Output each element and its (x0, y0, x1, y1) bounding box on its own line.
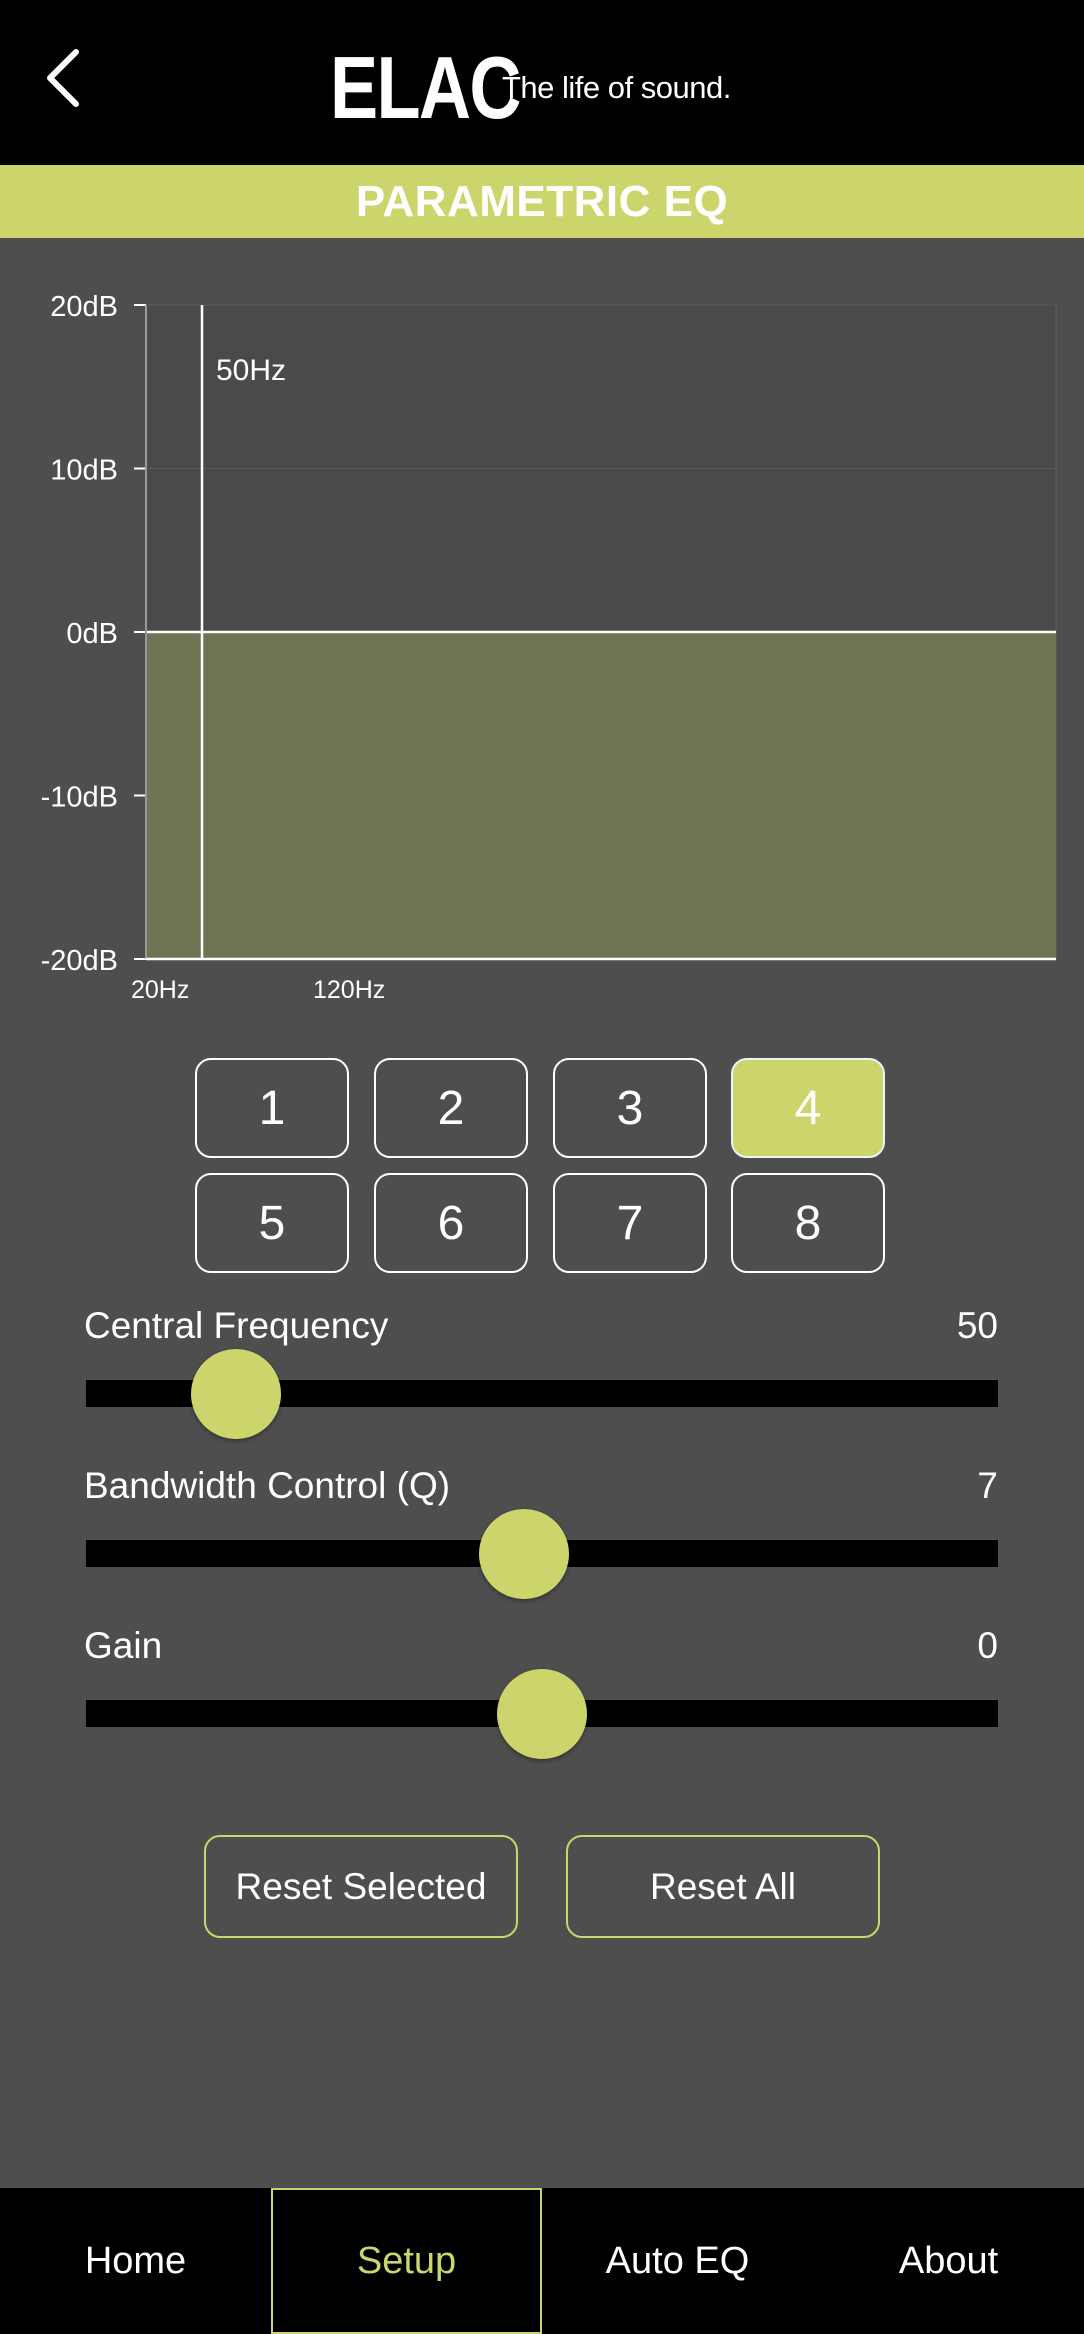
x-tick-label: 20Hz (131, 976, 189, 1004)
frequency-value: 50 (956, 1305, 998, 1346)
eq-chart: 20dB 10dB 0dB -10dB -20dB 50Hz 20Hz 120Hz (0, 238, 1084, 1018)
nav-home[interactable]: Home (0, 2188, 271, 2334)
app-header: ELAC The life of sound. (0, 0, 1084, 165)
reset-all-button[interactable]: Reset All (566, 1835, 880, 1938)
band-button-1[interactable]: 1 (195, 1058, 349, 1158)
y-tick-label: -10dB (41, 782, 118, 814)
eq-chart-svg: 20dB 10dB 0dB -10dB -20dB 50Hz 20Hz 120Hz (41, 291, 1057, 1004)
gain-label: Gain (84, 1625, 163, 1666)
band-button-7[interactable]: 7 (553, 1173, 707, 1273)
nav-about[interactable]: About (813, 2188, 1084, 2334)
band-button-5[interactable]: 5 (195, 1173, 349, 1273)
page-title-bar: PARAMETRIC EQ (0, 165, 1084, 238)
y-tick-label: 10dB (50, 455, 118, 487)
page-title: PARAMETRIC EQ (355, 176, 729, 226)
frequency-slider[interactable] (86, 1349, 998, 1439)
logo-tagline: The life of sound. (502, 70, 731, 105)
band-button-2[interactable]: 2 (374, 1058, 528, 1158)
band-button-3[interactable]: 3 (553, 1058, 707, 1158)
nav-auto-eq[interactable]: Auto EQ (542, 2188, 813, 2334)
y-tick-label: -20dB (41, 945, 118, 977)
bandwidth-value: 7 (977, 1465, 998, 1506)
band-button-4[interactable]: 4 (731, 1058, 885, 1158)
frequency-slider-thumb[interactable] (191, 1349, 282, 1439)
bandwidth-label: Bandwidth Control (Q) (84, 1465, 451, 1506)
frequency-label: Central Frequency (84, 1305, 389, 1346)
logo-mark: ELAC (330, 38, 522, 137)
bandwidth-slider-thumb[interactable] (478, 1509, 569, 1599)
band-button-8[interactable]: 8 (731, 1173, 885, 1273)
gain-slider[interactable] (86, 1669, 998, 1759)
y-tick-label: 0dB (66, 618, 118, 650)
gain-slider-thumb[interactable] (497, 1669, 587, 1759)
x-tick-label: 120Hz (313, 976, 385, 1004)
y-tick-label: 20dB (50, 291, 118, 323)
band-button-6[interactable]: 6 (374, 1173, 528, 1273)
nav-setup[interactable]: Setup (271, 2188, 542, 2334)
gain-value: 0 (977, 1625, 998, 1666)
back-button[interactable] (38, 38, 98, 118)
bandwidth-slider[interactable] (86, 1509, 998, 1599)
eq-response-area (146, 632, 1056, 959)
reset-selected-button[interactable]: Reset Selected (204, 1835, 518, 1938)
elac-logo: ELAC The life of sound. (330, 38, 731, 137)
chevron-left-icon (47, 49, 79, 107)
frequency-marker-label: 50Hz (216, 354, 286, 387)
bottom-nav: Home Setup Auto EQ About (0, 2188, 1084, 2334)
